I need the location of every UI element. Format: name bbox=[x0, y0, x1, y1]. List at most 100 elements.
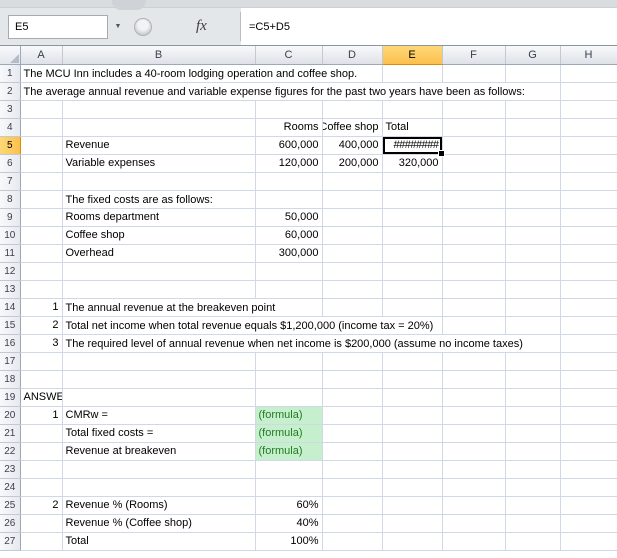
cell-G8[interactable] bbox=[505, 190, 561, 209]
row-header-1[interactable]: 1 bbox=[0, 64, 21, 83]
cell-A9[interactable] bbox=[20, 208, 63, 227]
cell-B25[interactable]: Revenue % (Rooms) bbox=[62, 496, 256, 515]
cell-H3[interactable] bbox=[560, 100, 617, 119]
cell-A15[interactable]: 2 bbox=[20, 316, 63, 335]
cell-E21[interactable] bbox=[382, 424, 443, 443]
cell-G21[interactable] bbox=[505, 424, 561, 443]
row-header-19[interactable]: 19 bbox=[0, 388, 21, 407]
cell-G4[interactable] bbox=[505, 118, 561, 137]
cell-G6[interactable] bbox=[505, 154, 561, 173]
cell-F25[interactable] bbox=[442, 496, 506, 515]
cell-B11[interactable]: Overhead bbox=[62, 244, 256, 263]
cell-A25[interactable]: 2 bbox=[20, 496, 63, 515]
cell-F10[interactable] bbox=[442, 226, 506, 245]
cell-A26[interactable] bbox=[20, 514, 63, 533]
cell-G3[interactable] bbox=[505, 100, 561, 119]
cell-D4[interactable]: Coffee shop bbox=[322, 118, 383, 137]
cell-E20[interactable] bbox=[382, 406, 443, 425]
row-header-11[interactable]: 11 bbox=[0, 244, 21, 263]
cell-F22[interactable] bbox=[442, 442, 506, 461]
cell-E3[interactable] bbox=[382, 100, 443, 119]
cell-F12[interactable] bbox=[442, 262, 506, 281]
cell-H2[interactable] bbox=[560, 82, 617, 101]
cell-B12[interactable] bbox=[62, 262, 256, 281]
cell-G1[interactable] bbox=[505, 64, 561, 83]
cell-D22[interactable] bbox=[322, 442, 383, 461]
cell-D21[interactable] bbox=[322, 424, 383, 443]
cell-A1[interactable]: The MCU Inn includes a 40-room lodging o… bbox=[20, 64, 362, 83]
cell-C18[interactable] bbox=[255, 370, 323, 389]
cell-D11[interactable] bbox=[322, 244, 383, 263]
cell-H9[interactable] bbox=[560, 208, 617, 227]
cell-E23[interactable] bbox=[382, 460, 443, 479]
cell-C20[interactable]: (formula) bbox=[255, 406, 323, 425]
formula-input[interactable]: =C5+D5 bbox=[241, 8, 617, 45]
row-header-4[interactable]: 4 bbox=[0, 118, 21, 137]
row-header-27[interactable]: 27 bbox=[0, 532, 21, 551]
cell-D10[interactable] bbox=[322, 226, 383, 245]
cell-B15[interactable]: Total net income when total revenue equa… bbox=[62, 316, 438, 335]
cell-B26[interactable]: Revenue % (Coffee shop) bbox=[62, 514, 256, 533]
row-header-10[interactable]: 10 bbox=[0, 226, 21, 245]
cell-H15[interactable] bbox=[560, 316, 617, 335]
row-header-6[interactable]: 6 bbox=[0, 154, 21, 173]
cell-A19[interactable]: ANSWER bbox=[20, 388, 63, 407]
cell-F14[interactable] bbox=[442, 298, 506, 317]
cell-F20[interactable] bbox=[442, 406, 506, 425]
cell-G9[interactable] bbox=[505, 208, 561, 227]
cell-G14[interactable] bbox=[505, 298, 561, 317]
cell-F7[interactable] bbox=[442, 172, 506, 191]
cell-H22[interactable] bbox=[560, 442, 617, 461]
cell-F15[interactable] bbox=[442, 316, 506, 335]
cell-F4[interactable] bbox=[442, 118, 506, 137]
cell-H21[interactable] bbox=[560, 424, 617, 443]
cell-H24[interactable] bbox=[560, 478, 617, 497]
cell-D26[interactable] bbox=[322, 514, 383, 533]
row-header-25[interactable]: 25 bbox=[0, 496, 21, 515]
cell-H10[interactable] bbox=[560, 226, 617, 245]
row-header-13[interactable]: 13 bbox=[0, 280, 21, 299]
name-box-dropdown[interactable]: ▼ bbox=[110, 15, 126, 39]
cell-A22[interactable] bbox=[20, 442, 63, 461]
cell-E12[interactable] bbox=[382, 262, 443, 281]
row-header-26[interactable]: 26 bbox=[0, 514, 21, 533]
cell-E7[interactable] bbox=[382, 172, 443, 191]
cell-B6[interactable]: Variable expenses bbox=[62, 154, 256, 173]
cell-F8[interactable] bbox=[442, 190, 506, 209]
row-header-3[interactable]: 3 bbox=[0, 100, 21, 119]
cell-E18[interactable] bbox=[382, 370, 443, 389]
cell-A18[interactable] bbox=[20, 370, 63, 389]
cell-F23[interactable] bbox=[442, 460, 506, 479]
cell-C12[interactable] bbox=[255, 262, 323, 281]
cell-E6[interactable]: 320,000 bbox=[382, 154, 443, 173]
cell-E26[interactable] bbox=[382, 514, 443, 533]
row-header-5[interactable]: 5 bbox=[0, 136, 21, 155]
row-header-20[interactable]: 20 bbox=[0, 406, 21, 425]
name-box[interactable]: E5 bbox=[8, 14, 108, 39]
row-header-24[interactable]: 24 bbox=[0, 478, 21, 497]
cell-F27[interactable] bbox=[442, 532, 506, 551]
cell-H17[interactable] bbox=[560, 352, 617, 371]
cell-B23[interactable] bbox=[62, 460, 256, 479]
cell-C26[interactable]: 40% bbox=[255, 514, 323, 533]
cell-F18[interactable] bbox=[442, 370, 506, 389]
cell-E24[interactable] bbox=[382, 478, 443, 497]
cell-D18[interactable] bbox=[322, 370, 383, 389]
cell-B19[interactable] bbox=[62, 388, 256, 407]
cell-H13[interactable] bbox=[560, 280, 617, 299]
cell-H5[interactable] bbox=[560, 136, 617, 155]
cell-G19[interactable] bbox=[505, 388, 561, 407]
cell-G25[interactable] bbox=[505, 496, 561, 515]
cell-A27[interactable] bbox=[20, 532, 63, 551]
cell-A12[interactable] bbox=[20, 262, 63, 281]
cell-D12[interactable] bbox=[322, 262, 383, 281]
cell-D7[interactable] bbox=[322, 172, 383, 191]
cell-C11[interactable]: 300,000 bbox=[255, 244, 323, 263]
row-header-14[interactable]: 14 bbox=[0, 298, 21, 317]
cell-E22[interactable] bbox=[382, 442, 443, 461]
cell-H11[interactable] bbox=[560, 244, 617, 263]
cell-D23[interactable] bbox=[322, 460, 383, 479]
insert-function-button[interactable]: fx bbox=[196, 18, 207, 35]
cell-G11[interactable] bbox=[505, 244, 561, 263]
cell-E1[interactable] bbox=[382, 64, 443, 83]
